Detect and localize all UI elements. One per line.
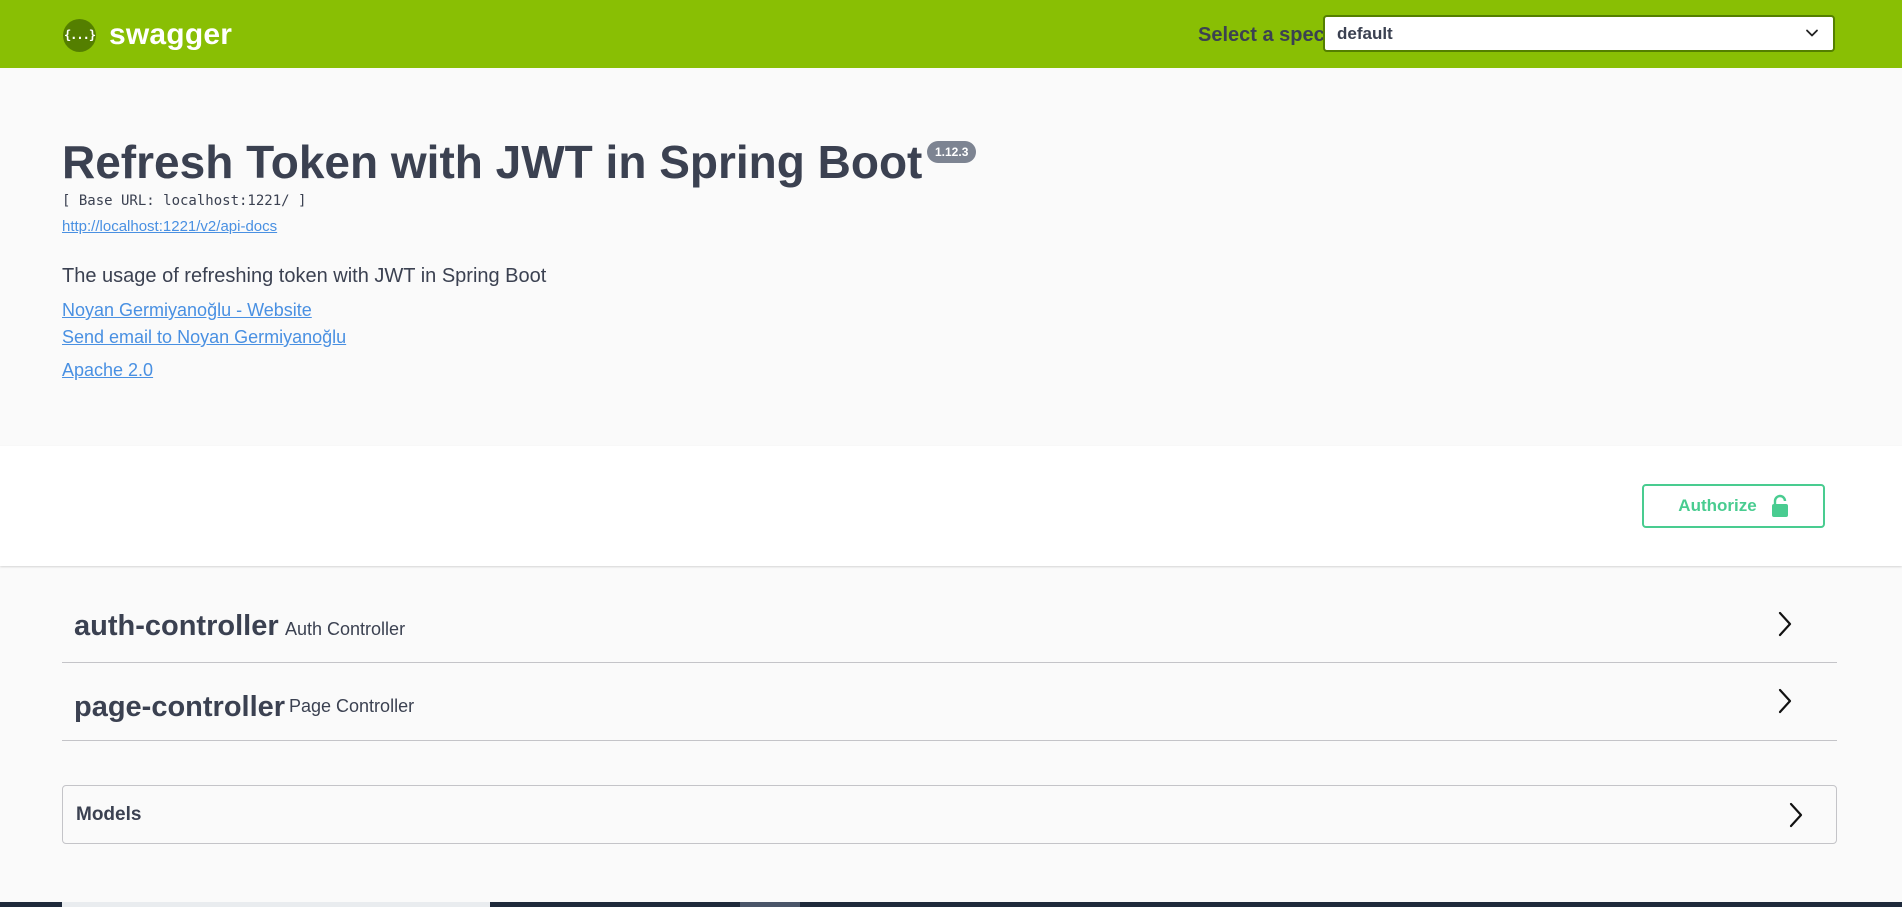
tag-name: auth-controller [74,610,279,642]
topbar: {...} swagger Select a spec default [0,0,1902,68]
models-label: Models [76,804,142,825]
scheme-container [0,446,1902,566]
tag-auth-controller[interactable]: auth-controller Auth Controller [62,585,1837,663]
version-badge: 1.12.3 [927,141,977,163]
tag-description: Auth Controller [285,619,406,639]
authorize-button[interactable]: Authorize [1642,484,1825,528]
chevron-right-icon [1778,611,1792,637]
authorize-label: Authorize [1678,496,1757,515]
page-title: Refresh Token with JWT in Spring Boot [62,136,923,188]
chevron-down-icon [1806,29,1818,37]
bottom-strip-segment [740,902,800,907]
swagger-logo-icon: {...} [63,18,96,52]
spec-select[interactable]: default [1323,15,1835,52]
chevron-right-icon [1789,802,1803,828]
models-section[interactable]: Models [62,785,1837,844]
api-docs-link[interactable]: http://localhost:1221/v2/api-docs [62,218,277,235]
tag-description: Page Controller [289,696,415,716]
base-url: [ Base URL: localhost:1221/ ] [62,193,307,209]
unlock-icon [1771,494,1788,517]
api-description: The usage of refreshing token with JWT i… [62,265,547,287]
bottom-strip-segment [62,902,490,907]
select-spec-label: Select a spec [1198,24,1325,46]
email-link[interactable]: Send email to Noyan Germiyanoğlu [62,327,346,348]
tag-name: page-controller [74,691,286,723]
website-link[interactable]: Noyan Germiyanoğlu - Website [62,300,312,321]
spec-select-value: default [1337,24,1393,43]
swagger-logo-text: swagger [109,18,233,51]
tag-page-controller[interactable]: page-controller Page Controller [62,663,1837,741]
swagger-logo[interactable]: {...} swagger [63,18,232,52]
license-link[interactable]: Apache 2.0 [62,360,153,381]
chevron-right-icon [1778,688,1792,714]
